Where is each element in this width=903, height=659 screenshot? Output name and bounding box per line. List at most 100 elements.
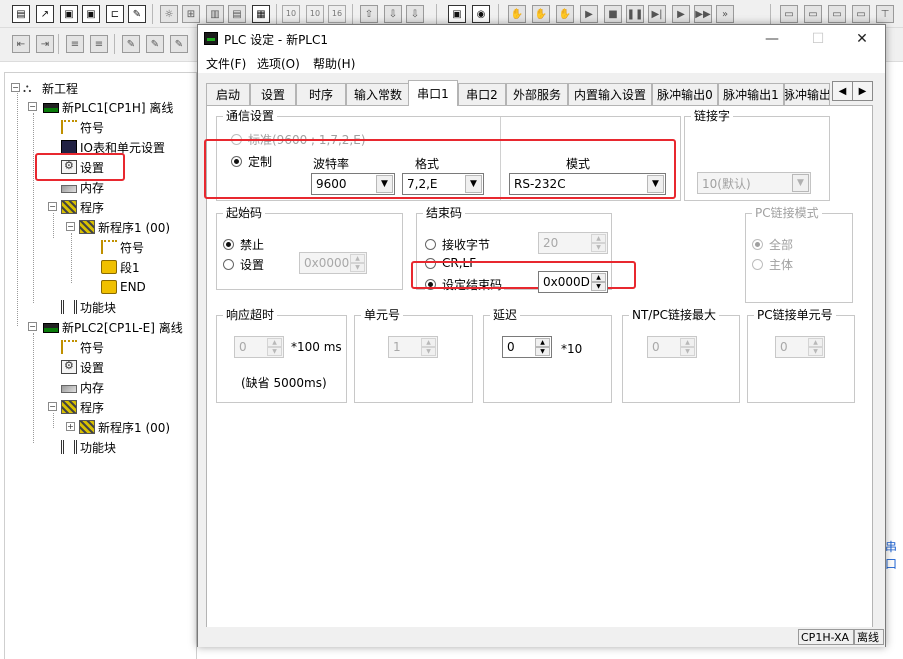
tools-icon[interactable]: ▦: [252, 5, 270, 23]
tools-icon[interactable]: ▥: [206, 5, 224, 23]
spin-down-icon[interactable]: ▼: [535, 347, 550, 356]
tab-pulse-output-1[interactable]: 脉冲输出1: [718, 83, 784, 105]
delay-input[interactable]: 0 ▲ ▼: [502, 336, 552, 358]
counter-16-icon[interactable]: 16: [328, 5, 346, 23]
counter-10-icon[interactable]: 10: [282, 5, 300, 23]
collapse-root-icon[interactable]: −: [11, 83, 20, 92]
response-timeout-input[interactable]: 0 ▲ ▼: [234, 336, 284, 358]
minimize-button[interactable]: —: [749, 25, 795, 53]
spin-up-icon[interactable]: ▲: [591, 273, 606, 282]
tools-icon[interactable]: ▭: [852, 5, 870, 23]
window-icon[interactable]: ⊏: [106, 5, 124, 23]
collapse-plc1-icon[interactable]: −: [28, 102, 37, 111]
tab-pulse-output-0[interactable]: 脉冲输出0: [652, 83, 718, 105]
close-button[interactable]: ✕: [839, 25, 885, 53]
spin-up-icon[interactable]: ▲: [350, 254, 365, 263]
radio-receive-bytes[interactable]: 接收字节: [425, 236, 490, 253]
menu-file[interactable]: 文件(F): [206, 55, 246, 72]
counter-10b-icon[interactable]: 10: [306, 5, 324, 23]
end-code-input[interactable]: 0x000D ▲ ▼: [538, 271, 608, 293]
window-icon[interactable]: ▣: [60, 5, 78, 23]
pen-icon[interactable]: ✎: [146, 35, 164, 53]
radio-pc-link-master[interactable]: 主体: [752, 256, 793, 273]
tools-icon[interactable]: ▭: [780, 5, 798, 23]
tree-plc2-symbols[interactable]: 符号: [61, 338, 104, 356]
spin-up-icon[interactable]: ▲: [591, 234, 606, 243]
tree-plc1-function-blocks[interactable]: 功能块: [61, 298, 116, 316]
start-code-input[interactable]: 0x0000 ▲ ▼: [299, 252, 367, 274]
open-icon[interactable]: ↗: [36, 5, 54, 23]
maximize-button[interactable]: ☐: [795, 25, 841, 53]
collapse-plc2-icon[interactable]: −: [28, 322, 37, 331]
menu-options[interactable]: 选项(O): [257, 55, 300, 72]
tree-plc1-prog-symbols[interactable]: 符号: [101, 238, 144, 256]
transfer-icon[interactable]: ⇩: [406, 5, 424, 23]
hand-icon[interactable]: ✋: [508, 5, 526, 23]
spin-down-icon[interactable]: ▼: [350, 263, 365, 272]
transfer-icon[interactable]: ⇩: [384, 5, 402, 23]
spin-down-icon[interactable]: ▼: [680, 347, 695, 356]
tools-icon[interactable]: ▤: [228, 5, 246, 23]
radio-start-set[interactable]: 设置: [223, 256, 264, 273]
hand-icon[interactable]: ✋: [532, 5, 550, 23]
indent-icon[interactable]: ⇤: [12, 35, 30, 53]
tab-timing[interactable]: 时序: [296, 83, 346, 105]
radio-start-disable[interactable]: 禁止: [223, 236, 264, 253]
tree-plc2-programs[interactable]: 程序: [61, 398, 104, 416]
step-icon[interactable]: ▶▶: [694, 5, 712, 23]
collapse-program1-icon[interactable]: −: [66, 222, 75, 231]
collapse-plc2-programs-icon[interactable]: −: [48, 402, 57, 411]
tools-icon[interactable]: ⊞: [182, 5, 200, 23]
link-word-select[interactable]: 10(默认) ▼: [697, 172, 811, 194]
tab-serial-port-1[interactable]: 串口1: [408, 80, 458, 106]
tools-icon[interactable]: ▭: [828, 5, 846, 23]
tab-external-service[interactable]: 外部服务: [506, 83, 568, 105]
menu-help[interactable]: 帮助(H): [313, 55, 355, 72]
spin-down-icon[interactable]: ▼: [591, 243, 606, 252]
window-icon[interactable]: ▣: [82, 5, 100, 23]
spin-down-icon[interactable]: ▼: [591, 282, 606, 291]
tab-builtin-input[interactable]: 内置输入设置: [568, 83, 652, 105]
outdent-icon[interactable]: ⇥: [36, 35, 54, 53]
tree-plc1-symbols[interactable]: 符号: [61, 118, 104, 136]
pause-icon[interactable]: ❚❚: [626, 5, 644, 23]
tab-input-constants[interactable]: 输入常数: [346, 83, 410, 105]
pen-icon[interactable]: ✎: [170, 35, 188, 53]
tree-plc1-end[interactable]: END: [101, 278, 146, 296]
spin-up-icon[interactable]: ▲: [680, 338, 695, 347]
radio-pc-link-all[interactable]: 全部: [752, 236, 793, 253]
tab-scroll-right-icon[interactable]: ▶: [852, 81, 873, 101]
tree-plc2-program1[interactable]: 新程序1 (00): [79, 418, 170, 436]
tools-icon[interactable]: ⊤: [876, 5, 894, 23]
monitor-icon[interactable]: ▣: [448, 5, 466, 23]
unit-number-input[interactable]: 1 ▲ ▼: [388, 336, 438, 358]
tab-pulse-output-2[interactable]: 脉冲输出: [784, 83, 830, 105]
collapse-programs-icon[interactable]: −: [48, 202, 57, 211]
tree-plc1-programs[interactable]: 程序: [61, 198, 104, 216]
fast-forward-icon[interactable]: »: [716, 5, 734, 23]
spin-down-icon[interactable]: ▼: [267, 347, 282, 356]
tree-plc2[interactable]: 新PLC2[CP1L-E] 离线: [43, 318, 183, 336]
tree-plc1-program1[interactable]: 新程序1 (00): [79, 218, 170, 236]
tab-settings[interactable]: 设置: [250, 83, 296, 105]
spin-up-icon[interactable]: ▲: [267, 338, 282, 347]
step-icon[interactable]: ▶|: [648, 5, 666, 23]
tools-icon[interactable]: ☼: [160, 5, 178, 23]
online-icon[interactable]: ◉: [472, 5, 490, 23]
list-icon[interactable]: ≡: [90, 35, 108, 53]
step-icon[interactable]: ▶: [672, 5, 690, 23]
pc-link-unit-input[interactable]: 0 ▲ ▼: [775, 336, 825, 358]
pen-icon[interactable]: ✎: [122, 35, 140, 53]
tree-plc1-section1[interactable]: 段1: [101, 258, 140, 276]
receive-bytes-input[interactable]: 20 ▲ ▼: [538, 232, 608, 254]
tab-scroll-left-icon[interactable]: ◀: [832, 81, 853, 101]
expand-plc2-program1-icon[interactable]: +: [66, 422, 75, 431]
tree-plc2-settings[interactable]: 设置: [61, 358, 104, 376]
tree-plc1[interactable]: 新PLC1[CP1H] 离线: [43, 98, 173, 116]
transfer-icon[interactable]: ⇧: [360, 5, 378, 23]
tools-icon[interactable]: ▭: [804, 5, 822, 23]
tab-serial-port-2[interactable]: 串口2: [458, 83, 506, 105]
tree-plc2-function-blocks[interactable]: 功能块: [61, 438, 116, 456]
tab-startup[interactable]: 启动: [206, 83, 250, 105]
list-icon[interactable]: ≡: [66, 35, 84, 53]
